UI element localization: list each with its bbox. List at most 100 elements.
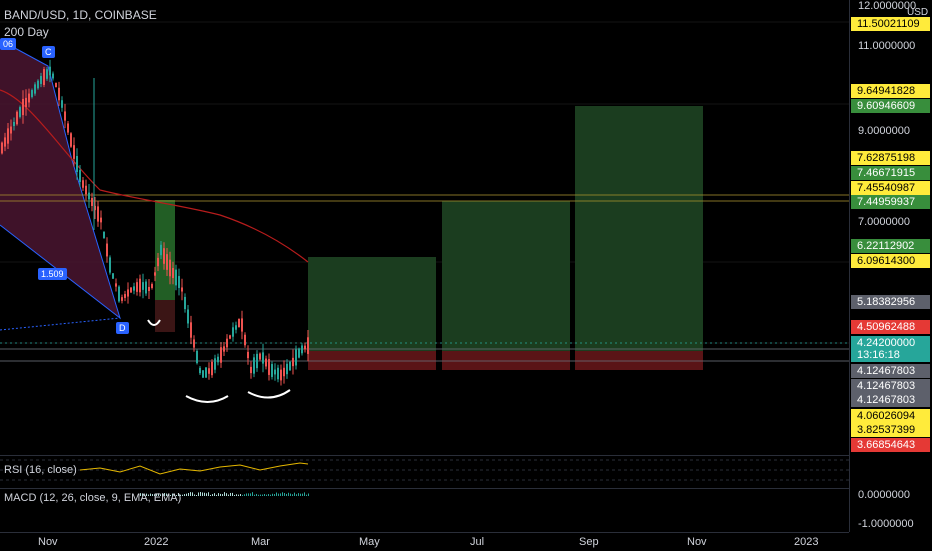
macd-histogram-bar (308, 493, 309, 496)
rsi-indicator-label[interactable]: RSI (16, close) (4, 464, 77, 476)
candle-body (268, 359, 270, 375)
candle-body (160, 244, 162, 256)
candle-body (88, 192, 90, 200)
candle-body (4, 137, 6, 147)
price-tag: 7.45540987 (851, 181, 930, 195)
target-zone-4[interactable] (575, 106, 703, 351)
price-tag: 4.12467803 (851, 364, 930, 378)
price-tag: 11.50021109 (851, 17, 930, 31)
price-tag: 3.82537399 (851, 423, 930, 437)
symbol-title[interactable]: BAND/USD, 1D, COINBASE (4, 8, 157, 22)
macd-histogram-bar (212, 494, 213, 496)
target-zone-2[interactable] (308, 257, 436, 351)
candle-body (127, 289, 129, 297)
macd-histogram-bar (198, 492, 199, 496)
candle-body (304, 345, 306, 350)
macd-histogram-bar (236, 494, 237, 496)
macd-histogram-bar (292, 494, 293, 496)
rsi-pane[interactable] (0, 459, 849, 481)
candle-body (298, 348, 300, 358)
macd-histogram-bar (204, 492, 205, 496)
candle-body (274, 369, 276, 375)
candle-body (166, 254, 168, 270)
macd-histogram-bar (306, 494, 307, 496)
candle-body (91, 197, 93, 207)
candle-body (277, 367, 279, 380)
candle-body (70, 133, 72, 147)
candle-body (73, 145, 75, 159)
macd-tick-label: 0.0000000 (858, 489, 910, 501)
macd-histogram-bar (230, 492, 231, 496)
candle-body (187, 309, 189, 324)
price-tag: 5.18382956 (851, 295, 930, 309)
stop-zone-1[interactable] (155, 300, 175, 332)
macd-histogram-bar (190, 492, 191, 496)
macd-histogram-bar (262, 494, 263, 496)
macd-histogram-bar (224, 492, 225, 496)
candle-body (136, 282, 138, 292)
rsi-line[interactable] (79, 462, 309, 475)
candle-body (256, 353, 258, 369)
macd-histogram-bar (192, 492, 193, 496)
pattern-arc-right (247, 389, 291, 399)
candle-body (16, 111, 18, 125)
candle-body (19, 107, 21, 117)
candle-body (157, 257, 159, 267)
candle-body (286, 363, 288, 375)
time-axis[interactable] (0, 532, 849, 551)
candle-body (217, 356, 219, 363)
macd-histogram-bar (280, 493, 281, 496)
candle-body (49, 66, 51, 76)
candle-body (55, 82, 57, 88)
macd-histogram-bar (294, 492, 295, 496)
macd-histogram-bar (194, 494, 195, 496)
candle-body (232, 327, 234, 337)
macd-histogram-bar (222, 494, 223, 496)
price-chart[interactable] (0, 0, 932, 550)
macd-histogram-bar (282, 492, 283, 496)
candle-body (1, 142, 3, 154)
time-label: 2023 (794, 536, 819, 548)
candle-body (139, 278, 141, 293)
macd-histogram-bar (210, 494, 211, 496)
macd-histogram-bar (270, 494, 271, 496)
macd-histogram-bar (290, 493, 291, 496)
candle-body (289, 361, 291, 371)
macd-histogram-bar (264, 494, 265, 496)
candle-body (226, 338, 228, 348)
candle-body (85, 185, 87, 195)
macd-histogram-bar (202, 492, 203, 496)
candle-body (154, 272, 156, 276)
pattern-arc-left (185, 395, 229, 403)
candle-body (271, 364, 273, 377)
candle-body (202, 370, 204, 378)
price-tag: 4.50962488 (851, 320, 930, 334)
macd-histogram-bar (218, 493, 219, 496)
price-tag: 3.66854643 (851, 438, 930, 452)
ma-indicator-label[interactable]: 200 Day (4, 25, 49, 39)
macd-histogram-bar (248, 493, 249, 496)
pane-separator-rsi[interactable] (0, 455, 932, 456)
candle-body (190, 322, 192, 338)
candle-body (262, 352, 264, 364)
price-tag: 9.64941828 (851, 84, 930, 98)
macd-histogram-bar (258, 494, 259, 496)
candle-body (229, 335, 231, 339)
price-tick-label: 7.0000000 (858, 216, 910, 228)
pattern-point-c: C (42, 46, 55, 58)
candle-body (43, 69, 45, 85)
candle-body (295, 349, 297, 366)
macd-histogram-bar (274, 494, 275, 496)
candle-body (31, 90, 33, 97)
candle-body (124, 294, 126, 298)
candle-body (169, 259, 171, 277)
candle-body (58, 87, 60, 101)
price-tick-label: 12.0000000 (858, 0, 917, 12)
pane-separator-macd[interactable] (0, 488, 932, 489)
price-tag: 4.12467803 (851, 379, 930, 393)
candle-body (175, 269, 177, 286)
time-label: Mar (251, 536, 270, 548)
macd-histogram-bar (208, 492, 209, 496)
macd-indicator-label[interactable]: MACD (12, 26, close, 9, EMA, EMA) (4, 492, 181, 504)
target-zone-3[interactable] (442, 201, 570, 351)
